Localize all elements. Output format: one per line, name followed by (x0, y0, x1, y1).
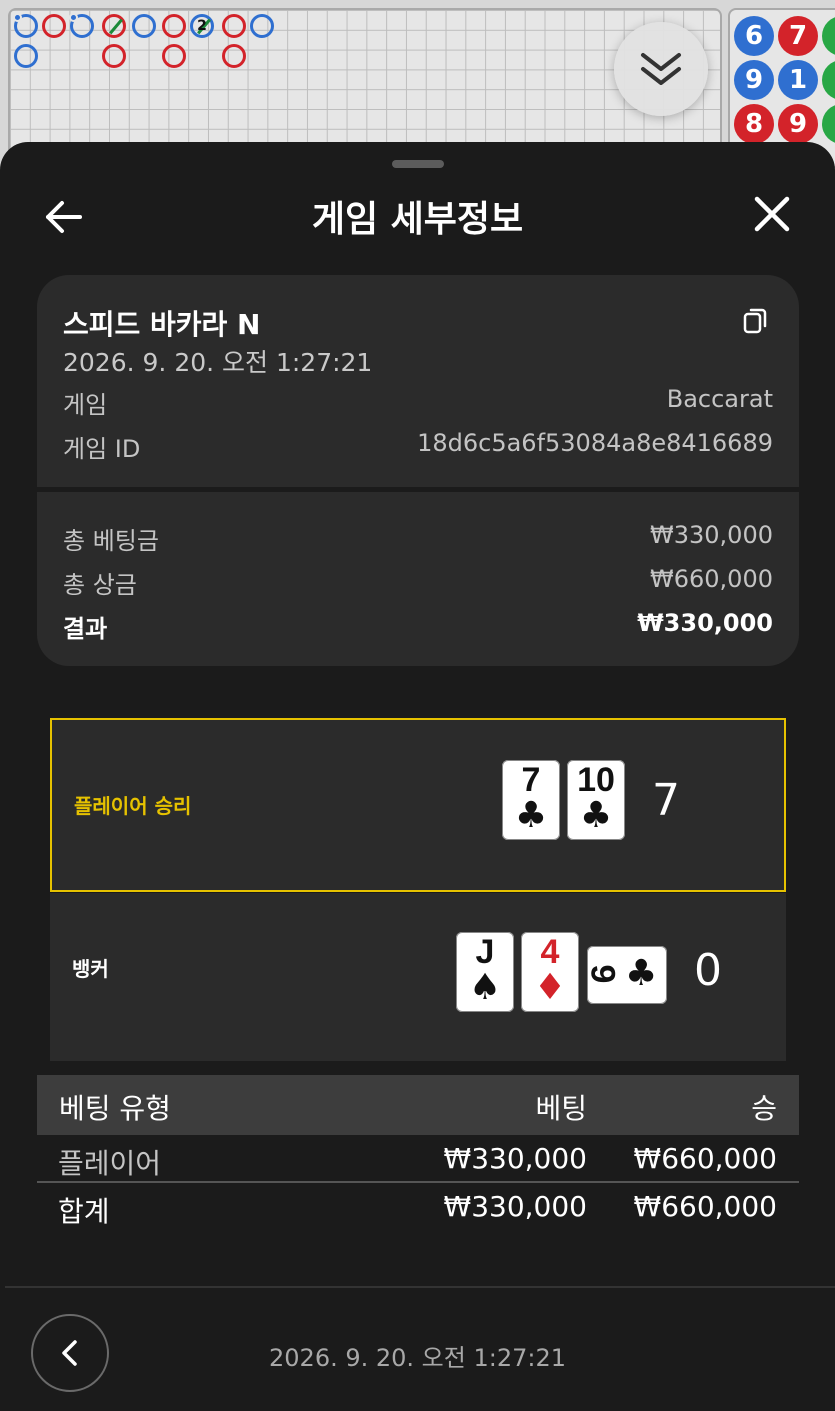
bets-table-header: 베팅 유형 베팅 승 (37, 1075, 799, 1135)
banker-card-3: 9 ♣ (583, 946, 667, 1004)
player-result-label: 플레이어 승리 (74, 794, 192, 818)
bead-player: 1 (778, 60, 818, 100)
game-type-value: Baccarat (666, 385, 773, 413)
road-pair-dot (13, 13, 22, 22)
road-ring-banker (222, 14, 246, 38)
footer-divider (5, 1286, 835, 1288)
close-icon[interactable] (752, 194, 792, 234)
road-tie-slash (109, 18, 123, 35)
banker-card-1: J ♠ (456, 932, 514, 1012)
game-id-value[interactable]: 18d6c5a6f53084a8e8416689 (417, 429, 773, 457)
club-icon: ♣ (579, 795, 613, 836)
game-name: 스피드 바카라 N (63, 308, 261, 341)
road-ring-player (14, 44, 38, 68)
result-label: 결과 (63, 615, 108, 643)
spade-icon: ♠ (468, 967, 502, 1008)
footer-datetime: 2026. 9. 20. 오전 1:27:21 (269, 1344, 566, 1372)
total-bet-value: ₩330,000 (650, 521, 773, 549)
bead-banker: 8 (734, 104, 774, 144)
column-header-bet-type: 베팅 유형 (59, 1092, 171, 1125)
row-bet-type: 플레이어 (58, 1147, 162, 1180)
card-rank: 10 (577, 761, 615, 799)
road-ring-player (13, 13, 38, 38)
game-details-sheet: 게임 세부정보 스피드 바카라 N 2026. 9. 20. 오전 1:27:2… (0, 142, 835, 1411)
banker-score: 0 (694, 945, 722, 996)
game-datetime: 2026. 9. 20. 오전 1:27:21 (63, 348, 373, 377)
double-chevron-down-icon (641, 53, 681, 85)
bead-tie (822, 60, 835, 100)
game-id-label: 게임 ID (63, 435, 141, 463)
road-ring-banker (162, 14, 186, 38)
drag-handle[interactable] (392, 160, 444, 168)
column-header-bet: 베팅 (535, 1092, 587, 1125)
card-rank: J (475, 933, 495, 971)
divider (37, 487, 799, 492)
bead-tie (822, 16, 835, 56)
result-value: ₩330,000 (637, 609, 773, 637)
card-rank: 7 (521, 761, 541, 799)
road-ring-player (250, 14, 274, 38)
collapse-button[interactable] (614, 22, 708, 116)
card-rank: 4 (540, 933, 560, 971)
club-icon: ♣ (514, 795, 548, 836)
club-icon: ♣ (625, 953, 658, 994)
page-title: 게임 세부정보 (311, 199, 524, 240)
road-ring-banker (222, 44, 246, 68)
road-ring-player (132, 14, 156, 38)
banker-result-panel: 뱅커 J ♠ 4 ♦ 9 ♣ 0 (50, 893, 786, 1061)
card-rank: 9 (583, 964, 622, 984)
player-card-1: 7 ♣ (502, 760, 560, 840)
road-ring-banker (102, 14, 126, 38)
bead-player: 6 (734, 16, 774, 56)
diamond-icon: ♦ (533, 967, 567, 1008)
player-card-2: 10 ♣ (567, 760, 625, 840)
bead-player: 9 (734, 60, 774, 100)
game-type-label: 게임 (63, 391, 108, 419)
road-pair-dot (69, 13, 78, 22)
banker-result-label: 뱅커 (72, 957, 109, 981)
road-ring-player: 2 (190, 14, 214, 38)
player-score: 7 (652, 775, 680, 826)
total-label: 합계 (58, 1195, 110, 1228)
road-ring-player (69, 13, 94, 38)
total-bet-amount: ₩330,000 (443, 1190, 587, 1223)
copy-icon[interactable] (741, 305, 771, 335)
total-win-label: 총 상금 (63, 571, 137, 599)
total-win-amount: ₩660,000 (633, 1190, 777, 1223)
bead-banker: 7 (778, 16, 818, 56)
banker-card-2: 4 ♦ (521, 932, 579, 1012)
road-tie-count: 2 (197, 18, 207, 34)
total-bet-label: 총 베팅금 (63, 527, 159, 555)
row-win-amount: ₩660,000 (633, 1142, 777, 1175)
road-ring-banker (162, 44, 186, 68)
table-divider (37, 1181, 799, 1183)
bead-banker: 9 (778, 104, 818, 144)
road-ring-banker (42, 14, 66, 38)
total-win-value: ₩660,000 (650, 565, 773, 593)
player-result-panel: 플레이어 승리 7 ♣ 10 ♣ 7 (50, 718, 786, 892)
game-info-card: 스피드 바카라 N 2026. 9. 20. 오전 1:27:21 게임 Bac… (37, 275, 799, 666)
bead-tie (822, 104, 835, 144)
column-header-win: 승 (751, 1092, 777, 1125)
road-ring-banker (102, 44, 126, 68)
row-bet-amount: ₩330,000 (443, 1142, 587, 1175)
